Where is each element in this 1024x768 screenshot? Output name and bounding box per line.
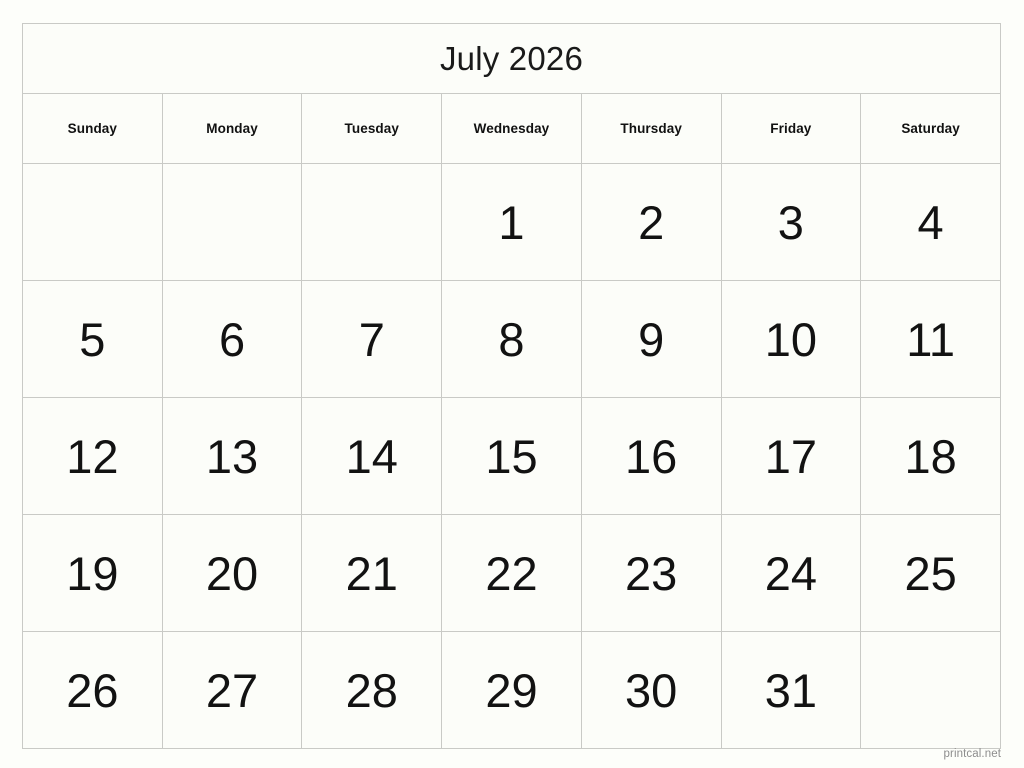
day-cell[interactable]	[22, 163, 163, 281]
day-cell[interactable]: 7	[301, 280, 443, 398]
day-cell[interactable]: 15	[441, 397, 582, 515]
weekday-header-tuesday: Tuesday	[301, 93, 443, 164]
calendar-page: July 2026 Sunday Monday Tuesday Wednesda…	[0, 0, 1024, 768]
weekday-header-friday: Friday	[720, 93, 862, 164]
day-cell[interactable]: 22	[441, 514, 582, 632]
day-cell[interactable]: 8	[441, 280, 582, 398]
day-cell[interactable]: 16	[580, 397, 722, 515]
day-cell[interactable]: 6	[161, 280, 303, 398]
day-cell[interactable]: 23	[580, 514, 722, 632]
day-cell[interactable]: 1	[441, 163, 582, 281]
day-cell[interactable]: 29	[441, 631, 582, 749]
day-cell[interactable]: 26	[22, 631, 163, 749]
day-cell[interactable]: 21	[301, 514, 443, 632]
day-cell[interactable]: 10	[720, 280, 862, 398]
day-cell[interactable]: 14	[301, 397, 443, 515]
day-cell[interactable]: 2	[580, 163, 722, 281]
day-cell[interactable]	[161, 163, 303, 281]
day-cell[interactable]: 25	[860, 514, 1001, 632]
day-cell[interactable]: 28	[301, 631, 443, 749]
day-cell[interactable]: 5	[22, 280, 163, 398]
calendar-weekday-row: Sunday Monday Tuesday Wednesday Thursday…	[22, 93, 1001, 164]
site-watermark: printcal.net	[943, 748, 1001, 760]
weekday-header-wednesday: Wednesday	[441, 93, 582, 164]
day-cell[interactable]: 27	[161, 631, 303, 749]
day-cell[interactable]: 31	[720, 631, 862, 749]
calendar-body: 1 2 3 4 5 6 7 8 9 10 11 12 13 14 15 16 1…	[22, 163, 1001, 749]
weekday-header-thursday: Thursday	[580, 93, 722, 164]
calendar-month-title: July 2026	[22, 23, 1001, 94]
day-cell[interactable]: 30	[580, 631, 722, 749]
day-cell[interactable]: 13	[161, 397, 303, 515]
day-cell[interactable]: 18	[860, 397, 1001, 515]
day-cell[interactable]	[860, 631, 1001, 749]
calendar-week-row: 19 20 21 22 23 24 25	[22, 514, 1001, 632]
day-cell[interactable]: 24	[720, 514, 862, 632]
calendar-week-row: 12 13 14 15 16 17 18	[22, 397, 1001, 515]
calendar-week-row: 1 2 3 4	[22, 163, 1001, 281]
calendar-title-row: July 2026	[22, 23, 1001, 94]
monthly-calendar-table: July 2026 Sunday Monday Tuesday Wednesda…	[22, 23, 1001, 749]
day-cell[interactable]: 9	[580, 280, 722, 398]
calendar-week-row: 26 27 28 29 30 31	[22, 631, 1001, 749]
day-cell[interactable]: 11	[860, 280, 1001, 398]
calendar-week-row: 5 6 7 8 9 10 11	[22, 280, 1001, 398]
weekday-header-monday: Monday	[161, 93, 303, 164]
day-cell[interactable]: 17	[720, 397, 862, 515]
day-cell[interactable]: 3	[720, 163, 862, 281]
day-cell[interactable]: 19	[22, 514, 163, 632]
calendar-head: July 2026 Sunday Monday Tuesday Wednesda…	[22, 23, 1001, 164]
weekday-header-sunday: Sunday	[22, 93, 163, 164]
weekday-header-saturday: Saturday	[860, 93, 1001, 164]
day-cell[interactable]: 4	[860, 163, 1001, 281]
day-cell[interactable]: 20	[161, 514, 303, 632]
day-cell[interactable]: 12	[22, 397, 163, 515]
day-cell[interactable]	[301, 163, 443, 281]
